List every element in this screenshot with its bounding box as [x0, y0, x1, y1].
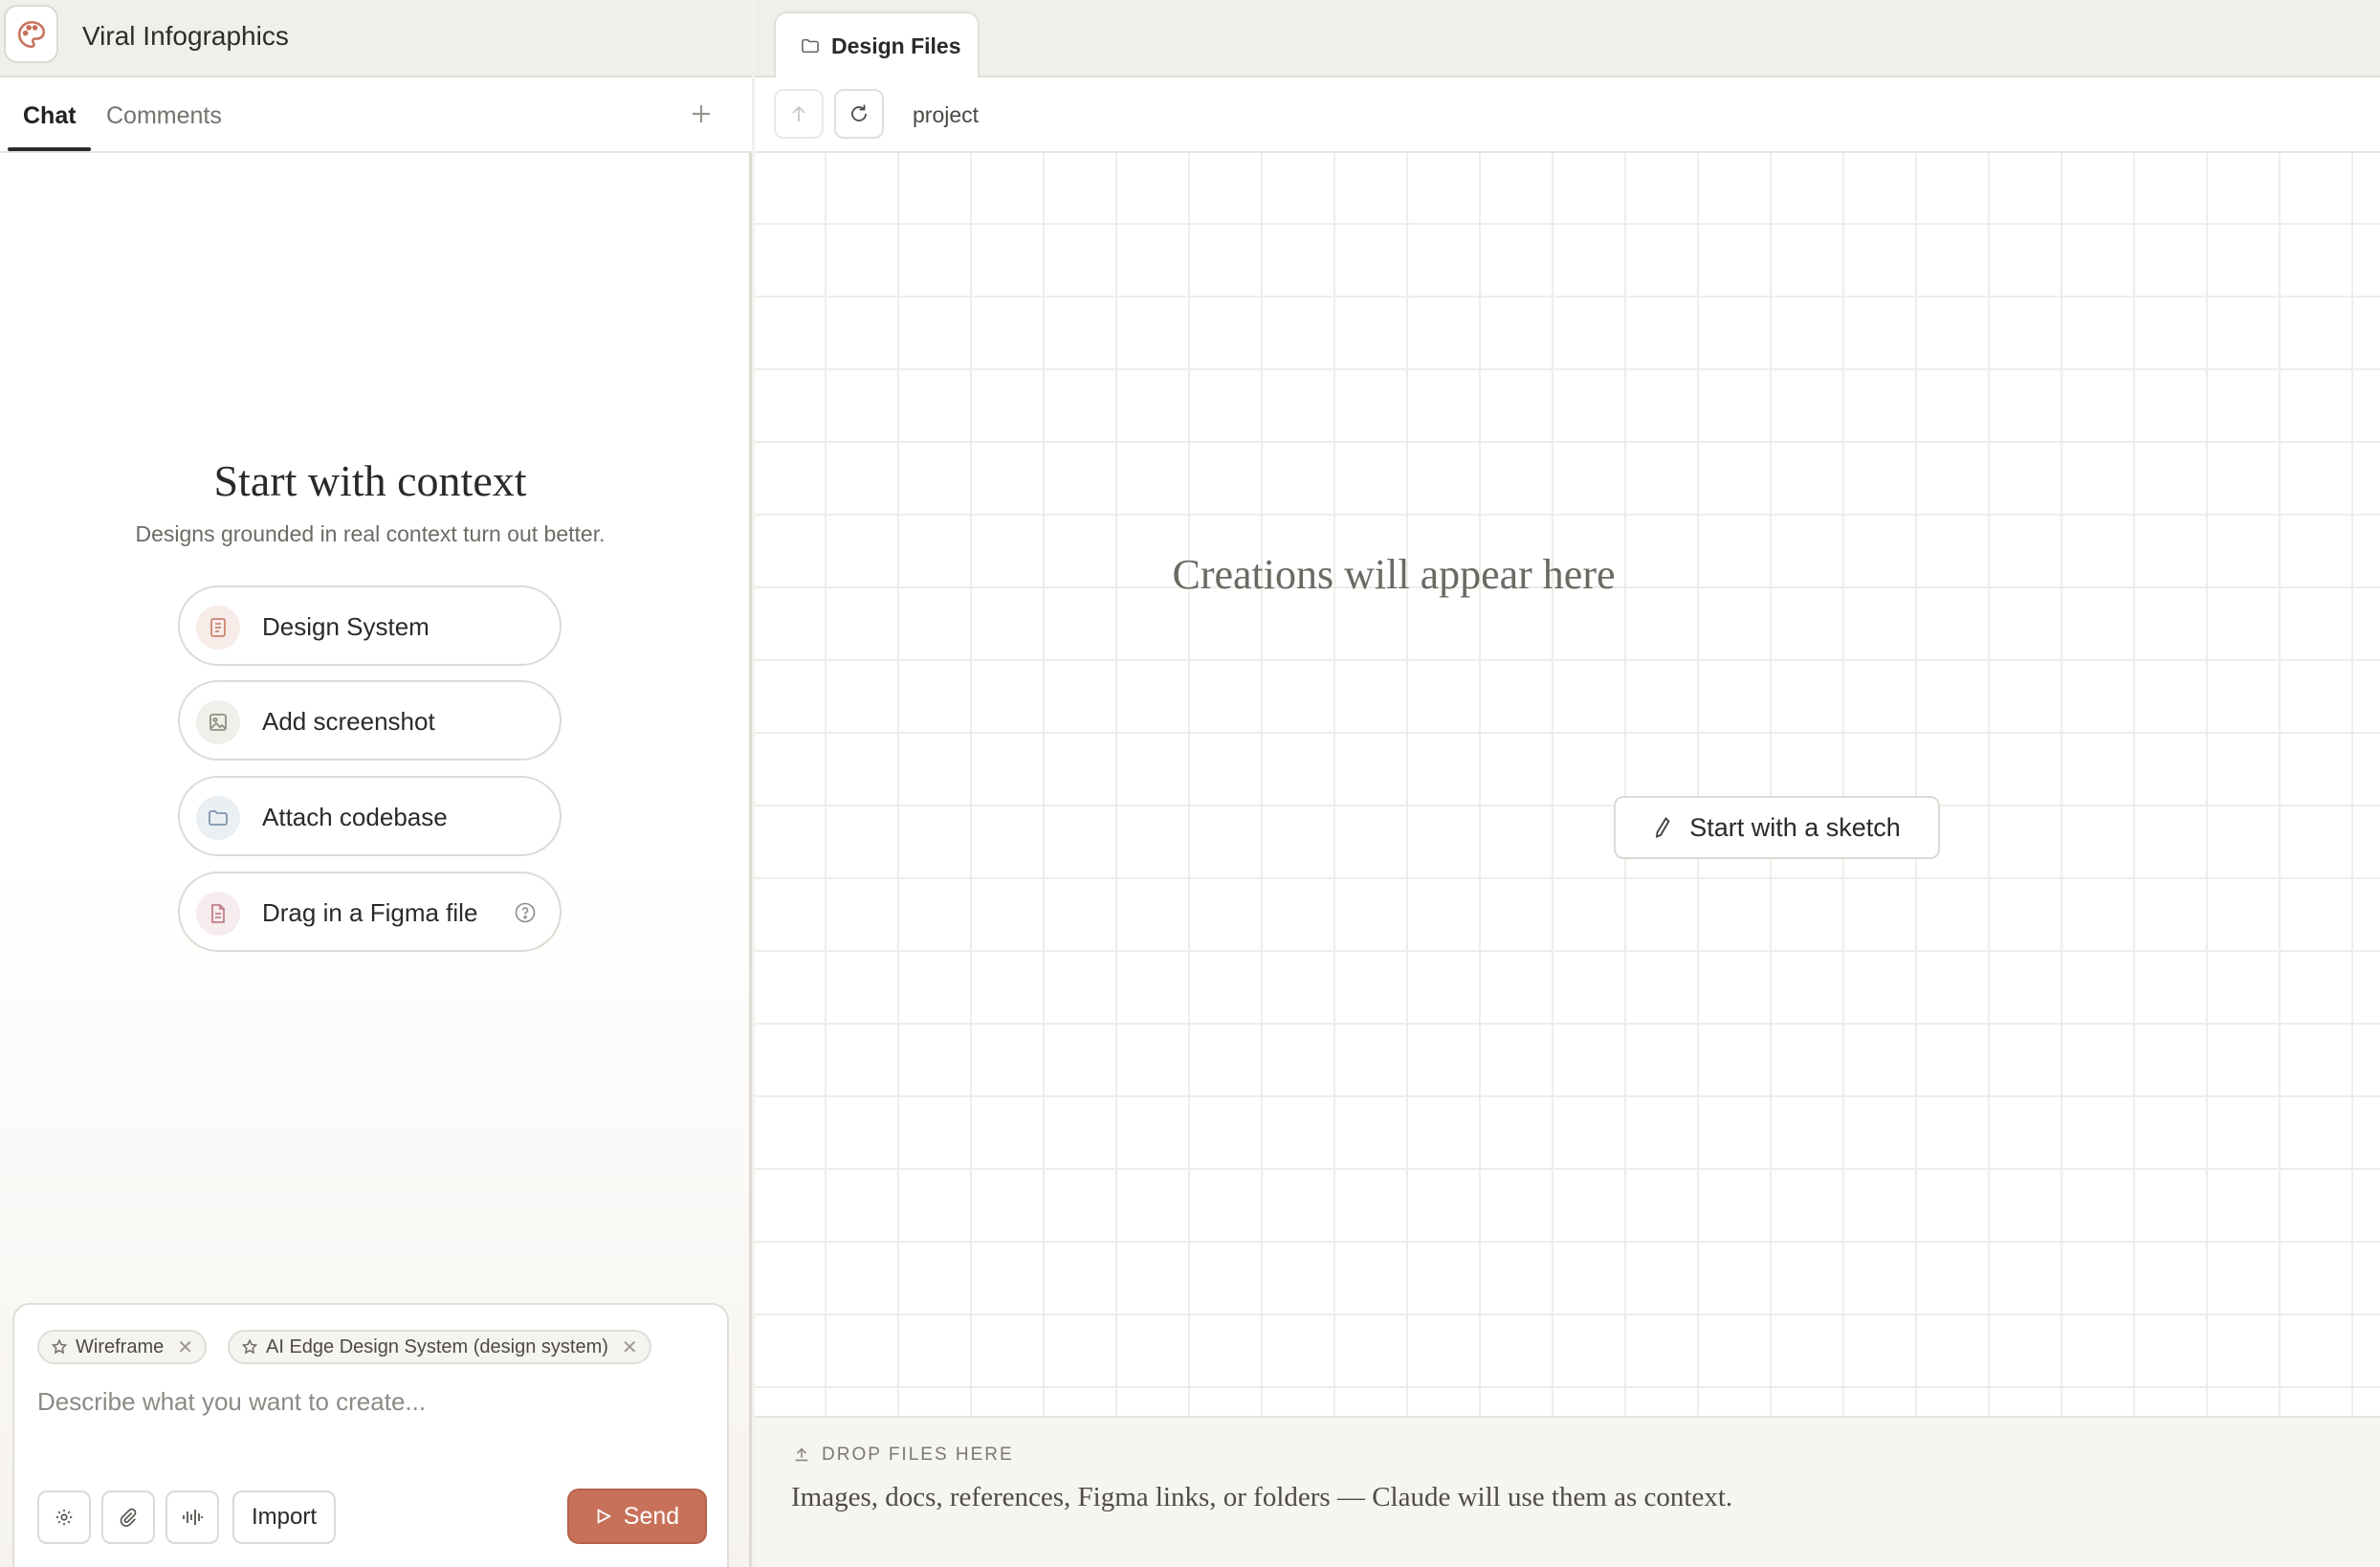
- context-subtitle: Designs grounded in real context turn ou…: [135, 521, 606, 546]
- add-screenshot-button[interactable]: Add screenshot: [178, 680, 562, 761]
- send-icon: [597, 1509, 611, 1524]
- star-icon: [51, 1338, 68, 1355]
- upload-icon: [795, 1447, 808, 1462]
- send-label: Send: [623, 1502, 680, 1530]
- attach-codebase-label: Attach codebase: [262, 803, 448, 831]
- paperclip-icon: [120, 1508, 137, 1527]
- app-logo-button[interactable]: [4, 5, 58, 63]
- drop-description: Images, docs, references, Figma links, o…: [791, 1482, 1733, 1512]
- folder-icon: [196, 796, 240, 840]
- active-tab-indicator: [8, 147, 91, 151]
- figma-file-button[interactable]: Drag in a Figma file: [178, 872, 562, 952]
- chip-label: AI Edge Design System (design system): [266, 1335, 608, 1357]
- drop-label: DROP FILES HERE: [793, 1445, 1014, 1466]
- up-directory-button[interactable]: [774, 89, 824, 139]
- waveform-icon: [183, 1510, 203, 1525]
- files-toolbar: project: [755, 77, 2380, 153]
- canvas-grid: [755, 153, 2380, 1416]
- context-title: Start with context: [213, 456, 527, 505]
- import-button[interactable]: Import: [232, 1490, 336, 1544]
- left-titlebar: Viral Infographics: [0, 0, 752, 77]
- chip-wireframe[interactable]: Wireframe ✕: [37, 1330, 207, 1364]
- figma-file-label: Drag in a Figma file: [262, 898, 478, 927]
- start-sketch-button[interactable]: Start with a sketch: [1614, 796, 1940, 859]
- add-screenshot-label: Add screenshot: [262, 707, 435, 736]
- design-system-icon: [196, 606, 240, 650]
- composer: Wireframe ✕ AI Edge Design System (desig…: [12, 1303, 729, 1567]
- refresh-icon: [851, 104, 867, 121]
- send-button[interactable]: Send: [567, 1489, 707, 1544]
- voice-button[interactable]: [165, 1490, 219, 1544]
- app-title: Viral Infographics: [82, 21, 289, 51]
- tab-chat[interactable]: Chat: [23, 102, 77, 130]
- right-titlebar: Design Files: [755, 0, 2380, 78]
- help-icon[interactable]: [514, 901, 537, 929]
- remove-chip-icon[interactable]: ✕: [622, 1335, 638, 1359]
- pencil-icon: [1656, 817, 1670, 838]
- drop-label-text: DROP FILES HERE: [822, 1445, 1014, 1465]
- folder-icon: [802, 38, 819, 54]
- attach-button[interactable]: [101, 1490, 155, 1544]
- settings-button[interactable]: [37, 1490, 91, 1544]
- current-path: project: [913, 102, 980, 127]
- plus-icon: [693, 105, 710, 122]
- sketch-label: Start with a sketch: [1689, 812, 1901, 842]
- tab-comments[interactable]: Comments: [106, 102, 222, 130]
- palette-icon: [17, 20, 45, 48]
- empty-state-title: Creations will appear here: [1172, 551, 1616, 598]
- file-tab-label: Design Files: [831, 33, 961, 58]
- document-icon: [196, 892, 240, 936]
- chip-label: Wireframe: [76, 1335, 165, 1357]
- new-chat-button[interactable]: [691, 99, 712, 129]
- prompt-input[interactable]: [37, 1387, 707, 1417]
- tab-design-files[interactable]: Design Files: [774, 11, 980, 78]
- attach-codebase-button[interactable]: Attach codebase: [178, 776, 562, 856]
- design-system-button[interactable]: Design System: [178, 585, 562, 666]
- chip-design-system[interactable]: AI Edge Design System (design system) ✕: [228, 1330, 651, 1364]
- left-tabbar: Chat Comments: [0, 77, 752, 153]
- left-panel: Viral Infographics Chat Comments Start w…: [0, 0, 752, 1567]
- star-icon: [241, 1338, 258, 1355]
- image-icon: [196, 700, 240, 744]
- drop-zone[interactable]: DROP FILES HERE Images, docs, references…: [755, 1416, 2380, 1567]
- refresh-button[interactable]: [834, 89, 884, 139]
- remove-chip-icon[interactable]: ✕: [177, 1335, 193, 1359]
- arrow-up-icon: [792, 105, 805, 121]
- gear-icon: [55, 1509, 73, 1526]
- design-system-label: Design System: [262, 612, 430, 641]
